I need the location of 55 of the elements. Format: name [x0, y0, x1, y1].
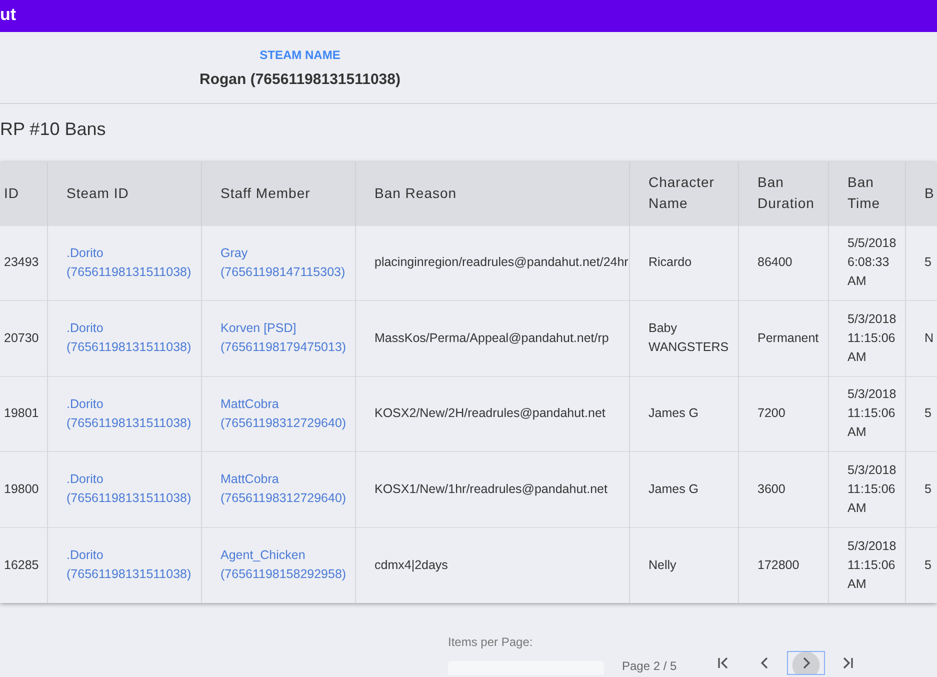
- profile-link[interactable]: MattCobra (76561198312729640): [201, 452, 355, 527]
- column-header: Steam ID: [47, 162, 201, 225]
- profile-link[interactable]: Agent_Chicken (76561198158292958): [201, 527, 355, 602]
- table-cell: Nelly: [629, 527, 738, 602]
- section-title: RP #10 Bans: [0, 119, 106, 139]
- table-cell: KOSX1/New/1hr/readrules@pandahut.net: [355, 452, 629, 527]
- table-cell: 5: [905, 225, 937, 300]
- field-label: STEAM NAME: [258, 47, 342, 64]
- table-cell: James G: [629, 452, 738, 527]
- table-cell: KOSX2/New/2H/readrules@pandahut.net: [355, 376, 629, 452]
- profile-link[interactable]: .Dorito (76561198131511038): [47, 300, 201, 376]
- column-header: Ban Time: [828, 162, 905, 225]
- next-page-button[interactable]: [786, 650, 825, 674]
- table-cell: James G: [629, 376, 738, 452]
- column-header: Staff Member: [201, 162, 355, 225]
- column-header: B: [905, 162, 937, 225]
- table-cell: MassKos/Perma/Appeal@pandahut.net/rp: [355, 300, 629, 376]
- table-cell: 5: [905, 376, 937, 452]
- table-cell: 5/3/2018 11:15:06 AM: [828, 452, 905, 527]
- table-cell: 5/3/2018 11:15:06 AM: [828, 527, 905, 602]
- profile-link[interactable]: .Dorito (76561198131511038): [47, 376, 201, 452]
- table-cell: 19801: [0, 376, 47, 452]
- table-cell: Permanent: [738, 300, 828, 376]
- table-cell: 7200: [738, 376, 828, 452]
- table-cell: 5: [905, 527, 937, 602]
- profile-link[interactable]: .Dorito (76561198131511038): [47, 225, 201, 300]
- profile-link[interactable]: .Dorito (76561198131511038): [47, 527, 201, 602]
- table-cell: placinginregion/readrules@pandahut.net/24hr: [355, 225, 629, 300]
- table-cell: N: [905, 300, 937, 376]
- profile-link[interactable]: MattCobra (76561198312729640): [201, 376, 355, 452]
- steam-name-value: Rogan (76561198131511038): [200, 70, 400, 90]
- table-cell: 5: [905, 452, 937, 527]
- table-cell: Baby WANGSTERS: [629, 300, 738, 376]
- table-cell: 172800: [738, 527, 828, 602]
- table-cell: 5/5/2018 6:08:33 AM: [828, 225, 905, 300]
- table-cell: 16285: [0, 527, 47, 602]
- profile-link[interactable]: Korven [PSD] (76561198179475013): [201, 300, 355, 376]
- page-indicator: Page 2 / 5: [622, 658, 677, 674]
- items-per-page-label: Items per Page:: [448, 634, 533, 650]
- column-header: Ban Duration: [738, 162, 828, 225]
- app-title: ut: [0, 5, 16, 24]
- column-header: ID: [0, 162, 47, 225]
- table-cell: 23493: [0, 225, 47, 300]
- table-cell: 19800: [0, 452, 47, 527]
- column-header: Character Name: [629, 162, 738, 225]
- table-cell: 5/3/2018 11:15:06 AM: [828, 376, 905, 452]
- table-cell: 3600: [738, 452, 828, 527]
- table-cell: 5/3/2018 11:15:06 AM: [828, 300, 905, 376]
- table-cell: cdmx4|2days: [355, 527, 629, 602]
- table-cell: 20730: [0, 300, 47, 376]
- column-header: Ban Reason: [355, 162, 629, 225]
- profile-link[interactable]: .Dorito (76561198131511038): [47, 452, 201, 527]
- table-cell: Ricardo: [629, 225, 738, 300]
- profile-link[interactable]: Gray (76561198147115303): [201, 225, 355, 300]
- table-cell: 86400: [738, 225, 828, 300]
